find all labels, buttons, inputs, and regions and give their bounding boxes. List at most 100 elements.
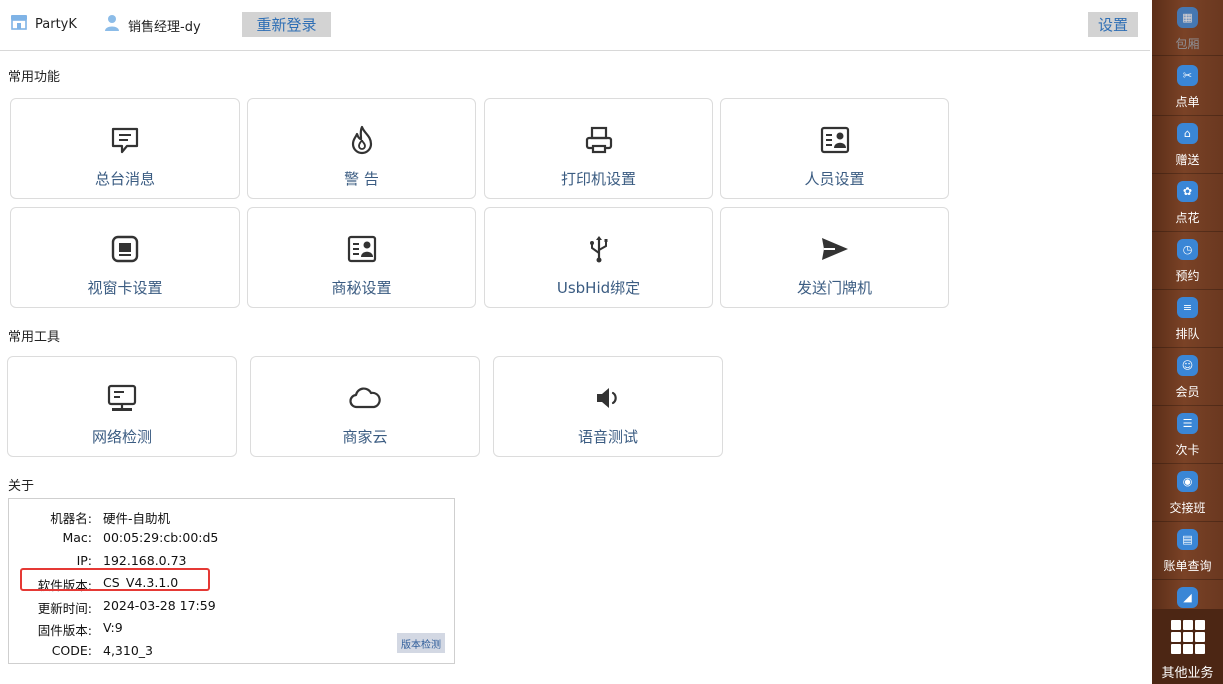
relogin-button[interactable]: 重新登录 — [242, 12, 331, 37]
sidebar-item-label: 会员 — [1175, 385, 1200, 399]
about-key: IP: — [76, 553, 92, 568]
id-card-icon — [345, 232, 379, 266]
about-value: 硬件-自助机 — [103, 511, 171, 526]
sidebar-item-queue[interactable]: ≡ 排队 — [1152, 290, 1223, 348]
tool-card-network-check[interactable]: 网络检测 — [7, 356, 237, 457]
sidebar-item-times-card[interactable]: ☰ 次卡 — [1152, 406, 1223, 464]
function-card-console-message[interactable]: 总台消息 — [10, 98, 240, 199]
about-row-mac: Mac: 00:05:29:cb:00:d5 — [9, 530, 456, 550]
store-info: PartyK — [10, 14, 77, 34]
tool-card-voice-test[interactable]: 语音测试 — [493, 356, 723, 457]
reserve-icon: ◷ — [1177, 239, 1198, 260]
sidebar-item-bill-query[interactable]: ▤ 账单查询 — [1152, 522, 1223, 580]
sidebar-item-label: 赠送 — [1175, 153, 1200, 167]
function-card-alert[interactable]: 警 告 — [247, 98, 476, 199]
software-version-highlight — [20, 568, 210, 591]
shift-icon: ◉ — [1177, 471, 1198, 492]
tool-card-label: 语音测试 — [577, 428, 638, 446]
sidebar-item-label: 交接班 — [1169, 501, 1206, 515]
sidebar-item-label: 预约 — [1175, 269, 1200, 283]
sidebar-other-business[interactable]: 其他业务 — [1152, 609, 1223, 684]
sidebar-item-member[interactable]: ☺ 会员 — [1152, 348, 1223, 406]
about-row-machine-name: 机器名: 硬件-自助机 — [9, 508, 456, 528]
sidebar-item-gift[interactable]: ⌂ 赠送 — [1152, 116, 1223, 174]
sidebar-item-shift[interactable]: ◉ 交接班 — [1152, 464, 1223, 522]
monitor-icon — [105, 381, 139, 415]
send-icon — [818, 232, 852, 266]
section-title-common-functions: 常用功能 — [8, 70, 61, 85]
sidebar-item-reserve[interactable]: ◷ 预约 — [1152, 232, 1223, 290]
function-card-staff-settings[interactable]: 人员设置 — [720, 98, 949, 199]
sidebar-item-label: 包厢 — [1175, 37, 1200, 51]
sidebar-item-order[interactable]: ✂ 点单 — [1152, 58, 1223, 116]
function-card-label: 商秘设置 — [331, 279, 392, 297]
function-card-window-card-settings[interactable]: 视窗卡设置 — [10, 207, 240, 308]
order-icon: ✂ — [1177, 65, 1198, 86]
member-icon: ☺ — [1177, 355, 1198, 376]
sidebar-other-label: 其他业务 — [1161, 666, 1214, 681]
function-card-label: 警 告 — [344, 170, 379, 188]
function-card-label: 打印机设置 — [560, 170, 636, 188]
about-value: 192.168.0.73 — [103, 553, 187, 568]
about-key: 机器名: — [50, 511, 92, 526]
about-key: CODE: — [51, 643, 92, 658]
gift-icon: ⌂ — [1177, 123, 1198, 144]
sidebar-item-rooms[interactable]: ▦ 包厢 — [1152, 0, 1223, 56]
function-card-label: 总台消息 — [94, 170, 155, 188]
store-name: PartyK — [35, 16, 77, 32]
function-card-label: 人员设置 — [804, 170, 865, 188]
printer-icon — [582, 123, 616, 157]
about-value: V:9 — [103, 620, 123, 635]
sidebar-item-label: 账单查询 — [1163, 559, 1212, 573]
sidebar-item-label: 次卡 — [1175, 443, 1200, 457]
sidebar-item-label: 点花 — [1175, 211, 1200, 225]
function-card-business-secretary-settings[interactable]: 商秘设置 — [247, 207, 476, 308]
function-card-usbhid-binding[interactable]: UsbHid绑定 — [484, 207, 713, 308]
cloud-icon — [348, 381, 382, 415]
about-key: 更新时间: — [37, 601, 92, 616]
bill-icon: ▤ — [1177, 529, 1198, 550]
settings-button[interactable]: 设置 — [1088, 12, 1138, 37]
rooms-icon: ▦ — [1177, 7, 1198, 28]
sidebar-item-label: 排队 — [1175, 327, 1200, 341]
tool-card-label: 商家云 — [342, 428, 388, 446]
about-key: Mac: — [62, 530, 92, 545]
times-card-icon: ☰ — [1177, 413, 1198, 434]
about-value: 00:05:29:cb:00:d5 — [103, 530, 219, 545]
apps-grid-icon — [1171, 620, 1205, 654]
tool-card-label: 网络检测 — [91, 428, 152, 446]
sidebar-item-report[interactable]: ◢ — [1152, 580, 1223, 610]
chart-icon: ◢ — [1177, 587, 1198, 608]
function-card-printer-settings[interactable]: 打印机设置 — [484, 98, 713, 199]
store-icon — [10, 14, 28, 34]
check-version-button[interactable]: 版本检测 — [397, 633, 445, 653]
about-value: 2024-03-28 17:59 — [103, 598, 216, 613]
top-bar: PartyK 销售经理-dy 重新登录 设置 — [0, 0, 1150, 51]
window-card-icon — [108, 232, 142, 266]
about-key: 固件版本: — [37, 623, 92, 638]
sidebar-item-label: 点单 — [1175, 95, 1200, 109]
speaker-icon — [591, 381, 625, 415]
about-row-firmware-version: 固件版本: V:9 — [9, 620, 456, 640]
sidebar-item-flower[interactable]: ✿ 点花 — [1152, 174, 1223, 232]
fire-icon — [345, 123, 379, 157]
flower-icon: ✿ — [1177, 181, 1198, 202]
user-info: 销售经理-dy — [104, 14, 201, 36]
user-icon — [104, 14, 120, 36]
section-title-common-tools: 常用工具 — [8, 330, 61, 345]
id-card-icon — [818, 123, 852, 157]
function-card-label: UsbHid绑定 — [556, 279, 641, 297]
function-card-send-door-plate[interactable]: 发送门牌机 — [720, 207, 949, 308]
right-sidebar: ▦ 包厢 ✂ 点单 ⌂ 赠送 ✿ 点花 ◷ 预约 ≡ 排队 ☺ 会员 ☰ 次卡 — [1152, 0, 1223, 684]
function-card-label: 发送门牌机 — [796, 279, 872, 297]
app-root: PartyK 销售经理-dy 重新登录 设置 常用功能 总台消息 警 告 打印机… — [0, 0, 1223, 684]
section-title-about: 关于 — [8, 479, 35, 494]
about-row-update-time: 更新时间: 2024-03-28 17:59 — [9, 598, 456, 618]
queue-icon: ≡ — [1177, 297, 1198, 318]
about-panel: 机器名: 硬件-自助机 Mac: 00:05:29:cb:00:d5 IP: 1… — [8, 498, 455, 664]
message-icon — [108, 123, 142, 157]
user-name: 销售经理-dy — [128, 19, 201, 35]
about-value: 4,310_3 — [103, 643, 153, 658]
tool-card-merchant-cloud[interactable]: 商家云 — [250, 356, 480, 457]
function-card-label: 视窗卡设置 — [87, 279, 163, 297]
